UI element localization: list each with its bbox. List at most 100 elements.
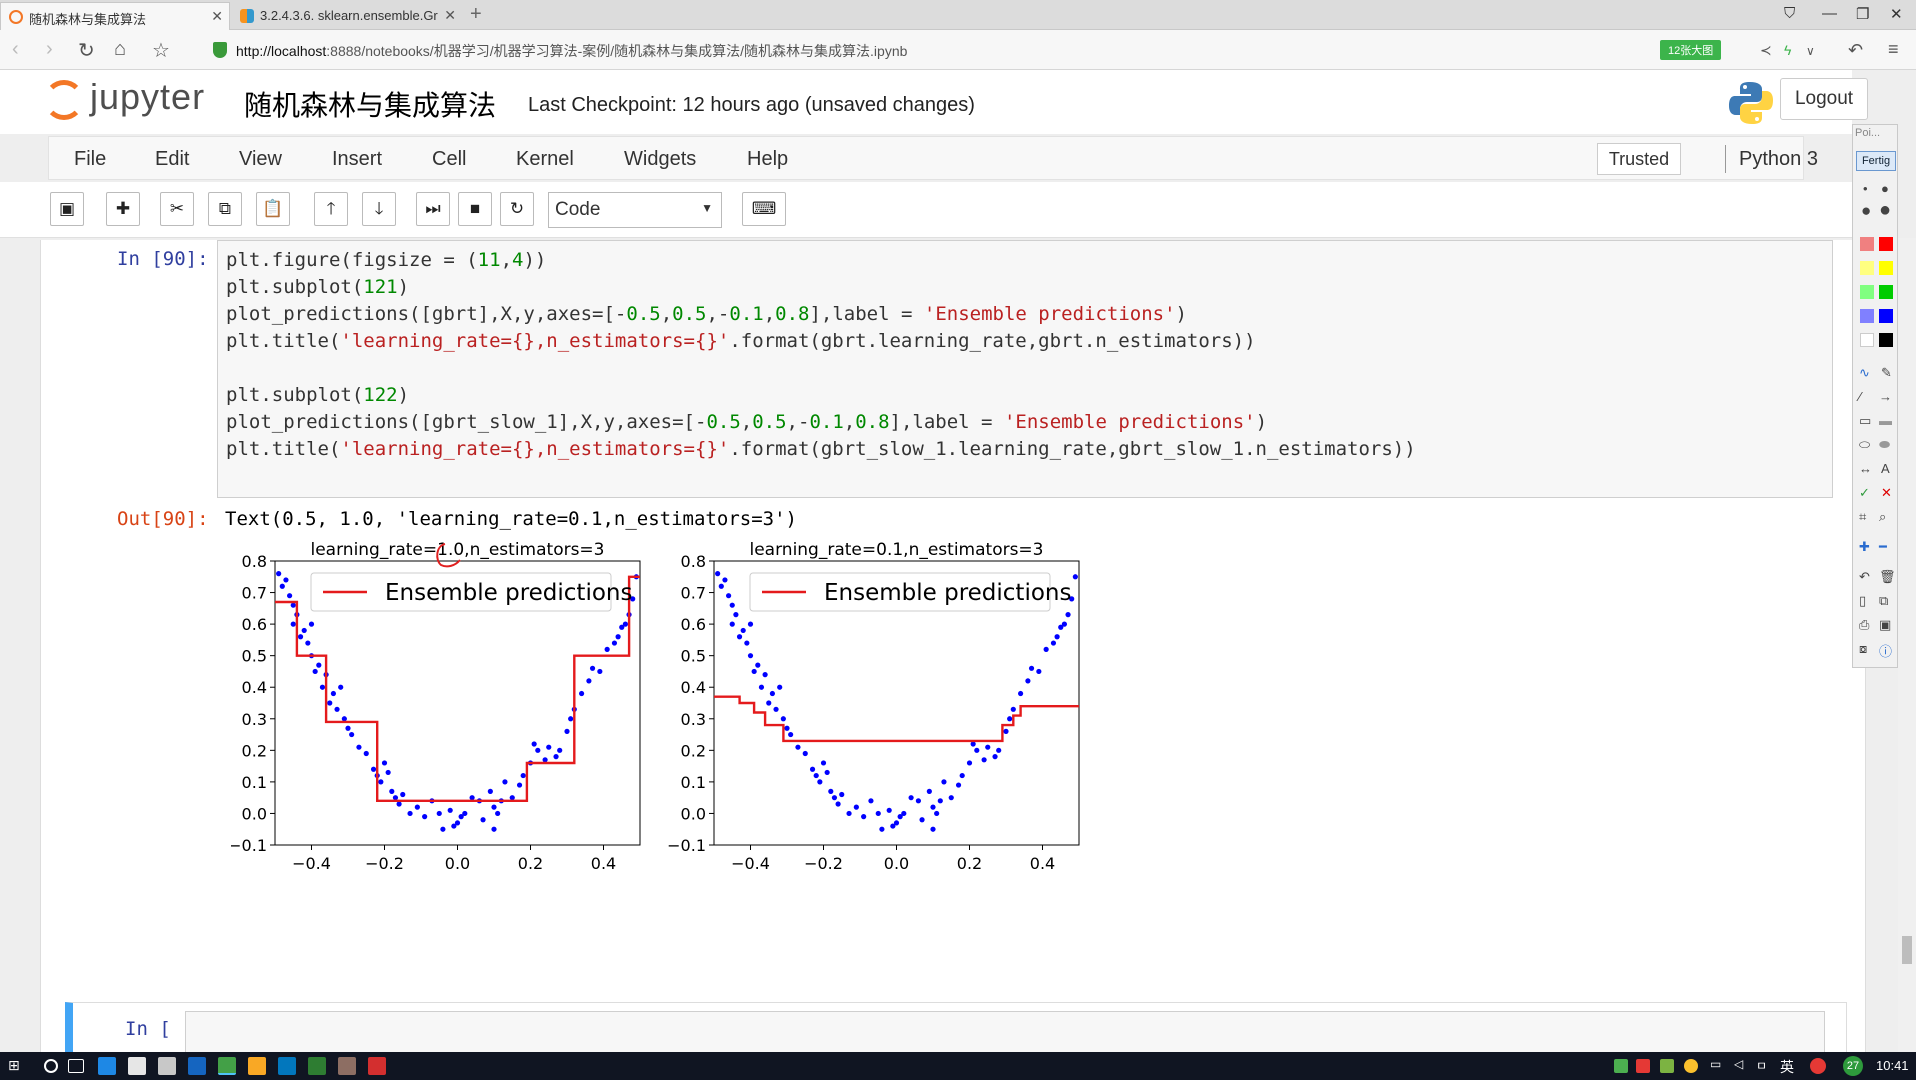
kernel-name[interactable]: Python 3 (1739, 148, 1818, 171)
minimize-icon[interactable]: — (1822, 5, 1837, 22)
menu-file[interactable]: File (74, 148, 106, 171)
share-icon[interactable]: ≺ (1760, 42, 1772, 59)
mail-icon[interactable] (158, 1057, 176, 1075)
menu-view[interactable]: View (239, 148, 282, 171)
terminal-app-icon[interactable] (308, 1057, 326, 1075)
logout-button[interactable]: Logout (1780, 78, 1868, 120)
run-button[interactable]: ⏭ (416, 192, 450, 226)
palette-undo-icon[interactable]: ↶ (1859, 569, 1870, 585)
new-tab-button[interactable]: + (470, 3, 482, 26)
page-scrollbar[interactable] (1898, 238, 1916, 1052)
crop-icon[interactable]: ⌗ (1859, 509, 1866, 525)
close-tab-icon[interactable]: ✕ (211, 8, 223, 25)
color-swatch-light-green[interactable] (1860, 285, 1874, 299)
close-tab-icon[interactable]: ✕ (444, 7, 456, 24)
media-app-icon[interactable] (338, 1057, 356, 1075)
url-input[interactable]: http://localhost:8888/notebooks/机器学习/机器学… (236, 41, 907, 61)
tshirt-skin-icon[interactable]: ⛉ (1784, 5, 1795, 22)
pen-xlarge-icon[interactable]: ● (1879, 199, 1891, 222)
move-up-button[interactable]: 🡑 (314, 192, 348, 226)
text-tool-icon[interactable]: A (1881, 461, 1890, 476)
bookmark-star-icon[interactable]: ☆ (152, 38, 170, 63)
keyboard-shortcuts-button[interactable]: ⌨ (742, 192, 786, 226)
network-icon[interactable]: ▭ (1710, 1057, 1728, 1075)
input-language[interactable]: 英 (1780, 1057, 1794, 1077)
paste-button[interactable]: 📋 (256, 192, 290, 226)
line-icon[interactable]: ⁄ (1859, 389, 1861, 404)
start-icon[interactable]: ⊞ (8, 1057, 26, 1075)
trash-icon[interactable]: 🗑 (1879, 569, 1896, 585)
rectangle-icon[interactable]: ▭ (1859, 413, 1871, 429)
menu-insert[interactable]: Insert (332, 148, 382, 171)
color-swatch-blue[interactable] (1879, 309, 1893, 323)
cortana-icon[interactable] (44, 1059, 58, 1073)
new-page-icon[interactable]: ▯ (1859, 593, 1866, 609)
freehand-icon[interactable]: ∿ (1859, 365, 1870, 381)
copy-page-icon[interactable]: ⧉ (1879, 593, 1888, 609)
home-icon[interactable]: ⌂ (114, 38, 126, 61)
edge-icon[interactable] (98, 1057, 116, 1075)
task-view-icon[interactable] (68, 1059, 84, 1073)
store-icon[interactable] (128, 1057, 146, 1075)
zoom-icon[interactable]: ⌕ (1879, 509, 1886, 525)
tray-sogou-icon[interactable] (1810, 1058, 1826, 1074)
volume-icon[interactable]: ◁ (1734, 1057, 1752, 1075)
info-icon[interactable]: ⓘ (1879, 641, 1892, 660)
copy-button[interactable]: ⧉ (208, 192, 242, 226)
pen-small-icon[interactable]: • (1863, 181, 1868, 196)
browser-tab-notebook[interactable]: 随机森林与集成算法 ✕ (0, 2, 230, 30)
pycharm-icon[interactable] (188, 1057, 206, 1075)
color-swatch-light-blue[interactable] (1860, 309, 1874, 323)
jupyter-logo-icon[interactable] (44, 80, 84, 120)
tray-app-icon[interactable] (1614, 1059, 1628, 1073)
palette-save-icon[interactable]: ▣ (1879, 617, 1891, 633)
menu-kernel[interactable]: Kernel (516, 148, 574, 171)
chevron-down-icon[interactable]: ∨ (1806, 44, 1815, 58)
zoom-badge[interactable]: 12张大图 (1660, 40, 1722, 60)
back-icon[interactable]: ‹ (12, 38, 19, 61)
move-down-button[interactable]: 🡓 (362, 192, 396, 226)
tray-update-icon[interactable] (1684, 1059, 1698, 1073)
filled-ellipse-icon[interactable]: ⬬ (1879, 437, 1890, 453)
screenshot-icon[interactable]: ⧇ (1859, 641, 1867, 657)
browser-app-icon[interactable] (218, 1057, 236, 1075)
restore-icon[interactable]: ❐ (1856, 5, 1869, 23)
color-swatch-green[interactable] (1879, 285, 1893, 299)
jupyter-logo-text[interactable]: jupyter (90, 76, 205, 118)
tray-shield-icon[interactable] (1660, 1059, 1674, 1073)
undo-icon[interactable]: ↶ (1848, 40, 1863, 61)
palette-done-button[interactable]: Fertig (1856, 151, 1896, 171)
explorer-icon[interactable] (248, 1057, 266, 1075)
cross-mark-icon[interactable]: ✕ (1881, 485, 1892, 501)
window-close-icon[interactable]: ✕ (1890, 5, 1903, 23)
browser-tab-sklearn[interactable]: 3.2.4.3.6. sklearn.ensemble.Gr ✕ (232, 2, 462, 30)
insert-cell-button[interactable]: ✚ (106, 192, 140, 226)
remote-app-icon[interactable] (278, 1057, 296, 1075)
menu-widgets[interactable]: Widgets (624, 148, 696, 171)
ellipse-icon[interactable]: ⬭ (1859, 437, 1870, 453)
menu-edit[interactable]: Edit (155, 148, 189, 171)
code-editor[interactable]: plt.figure(figsize = (11,4)) plt.subplot… (217, 240, 1833, 498)
tray-security-icon[interactable] (1636, 1059, 1650, 1073)
interrupt-button[interactable]: ■ (458, 192, 492, 226)
pen-large-icon[interactable]: ● (1861, 201, 1871, 221)
print-icon[interactable]: ⎙ (1859, 617, 1869, 633)
lightning-icon[interactable]: ϟ (1784, 42, 1791, 58)
menu-cell[interactable]: Cell (432, 148, 466, 171)
double-arrow-icon[interactable]: ↔ (1859, 461, 1872, 476)
save-button[interactable]: ▣ (50, 192, 84, 226)
minus-icon[interactable]: ━ (1879, 539, 1887, 555)
filled-rectangle-icon[interactable]: ▬ (1879, 413, 1892, 428)
cell-type-select[interactable]: Code ▼ (548, 192, 722, 228)
reload-icon[interactable]: ↻ (78, 38, 95, 63)
color-swatch-light-yellow[interactable] (1860, 261, 1874, 275)
pencil-icon[interactable]: ✎ (1881, 365, 1892, 381)
empty-code-cell[interactable]: In [ ]: (65, 1002, 1847, 1052)
color-swatch-red[interactable] (1879, 237, 1893, 251)
trusted-indicator[interactable]: Trusted (1597, 143, 1681, 175)
color-swatch-black[interactable] (1879, 333, 1893, 347)
ime-icon[interactable]: ㅁ (1756, 1057, 1774, 1075)
empty-code-editor[interactable] (185, 1011, 1825, 1052)
notebook-title[interactable]: 随机森林与集成算法 (244, 84, 496, 124)
cut-button[interactable]: ✂ (160, 192, 194, 226)
